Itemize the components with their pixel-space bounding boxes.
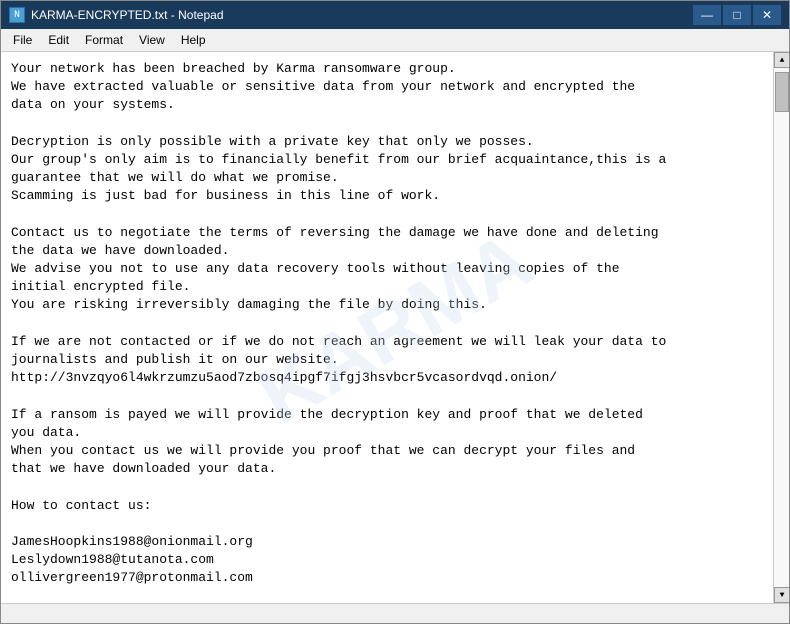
app-icon: N xyxy=(9,7,25,23)
title-bar-left: N KARMA-ENCRYPTED.txt - Notepad xyxy=(9,7,224,23)
menu-format[interactable]: Format xyxy=(77,31,131,49)
maximize-button[interactable]: □ xyxy=(723,5,751,25)
app-icon-letter: N xyxy=(14,10,20,21)
scrollbar[interactable]: ▲ ▼ xyxy=(773,52,789,603)
scroll-down-button[interactable]: ▼ xyxy=(774,587,789,603)
menu-bar: File Edit Format View Help xyxy=(1,29,789,52)
minimize-button[interactable]: — xyxy=(693,5,721,25)
title-bar-controls: — □ ✕ xyxy=(693,5,781,25)
scrollbar-track[interactable] xyxy=(774,68,789,587)
window-title: KARMA-ENCRYPTED.txt - Notepad xyxy=(31,8,224,22)
close-button[interactable]: ✕ xyxy=(753,5,781,25)
text-content[interactable]: Your network has been breached by Karma … xyxy=(1,52,773,603)
content-area: KARMA Your network has been breached by … xyxy=(1,52,789,603)
title-bar: N KARMA-ENCRYPTED.txt - Notepad — □ ✕ xyxy=(1,1,789,29)
notepad-window: N KARMA-ENCRYPTED.txt - Notepad — □ ✕ Fi… xyxy=(0,0,790,624)
status-bar xyxy=(1,603,789,623)
scroll-up-button[interactable]: ▲ xyxy=(774,52,789,68)
scrollbar-thumb[interactable] xyxy=(775,72,789,112)
menu-view[interactable]: View xyxy=(131,31,173,49)
menu-file[interactable]: File xyxy=(5,31,40,49)
menu-help[interactable]: Help xyxy=(173,31,214,49)
menu-edit[interactable]: Edit xyxy=(40,31,77,49)
